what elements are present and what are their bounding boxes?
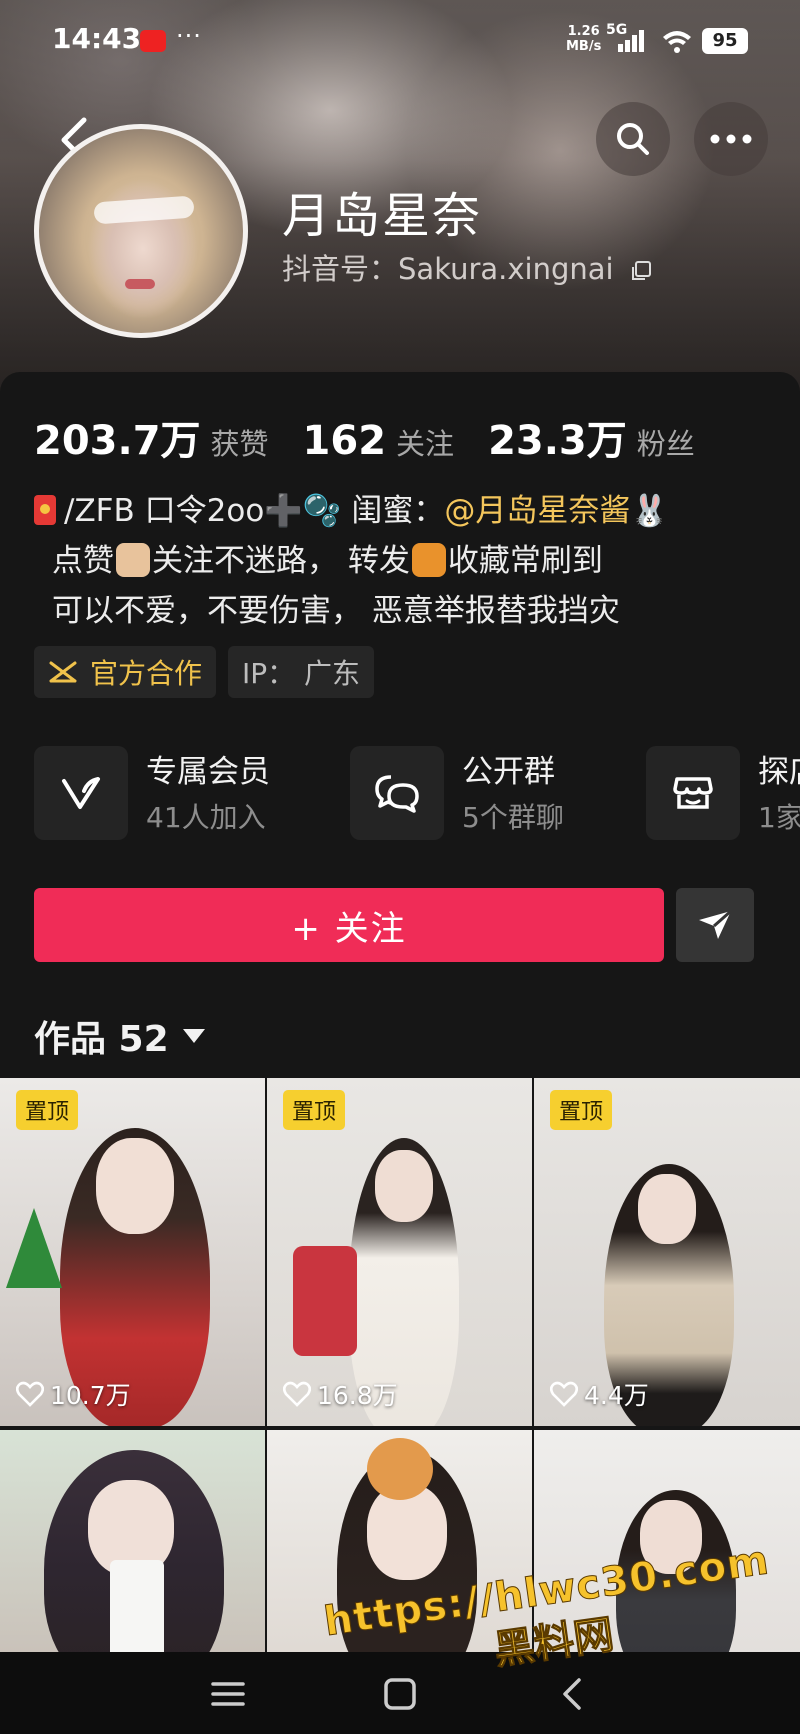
works-tab[interactable]: 作品 52 [34,1010,205,1062]
douyin-id-label: 抖音号： [282,252,399,286]
bio-line-3: 可以不爱，不要伤害， 恶意举报替我挡灾 [52,593,620,629]
send-arrow-icon [699,909,732,939]
feature-group-title: 公开群 [462,754,555,790]
profile-name: 月岛星奈 [282,188,483,244]
app-notification-icon [140,30,166,52]
wifi-icon [663,31,691,53]
likes-label: 获赞 [210,427,269,461]
status-dots: ··· [176,22,202,50]
net-speed-unit: MB/s [566,39,602,54]
search-button[interactable] [596,102,670,176]
pinned-badge: 置顶 [550,1090,613,1130]
video-thumbnail-face [638,1174,696,1244]
feature-member[interactable]: 专属会员 41人加入 [34,746,294,840]
menu-lines-icon [211,1682,245,1706]
pinned-badge: 置顶 [283,1090,346,1130]
feature-member-subtitle: 41人加入 [146,801,266,834]
video-card[interactable] [0,1430,265,1660]
douyin-id-value: Sakura.xingnai [398,252,614,286]
red-packet-icon [34,495,56,525]
video-likes-count: 16.8万 [317,1381,398,1410]
likes-count[interactable]: 203.7万 [34,408,201,466]
christmas-tree-icon [6,1208,62,1288]
feature-group-icon-box [350,746,444,840]
v-member-icon [62,777,100,809]
pinned-badge: 置顶 [16,1090,79,1130]
feature-group-subtitle: 5个群聊 [462,801,564,834]
more-button[interactable] [694,102,768,176]
feature-shop[interactable]: 探店 1家 [646,746,800,840]
video-likes: 4.4万 [550,1376,649,1412]
network-speed: 1.26 MB/s [566,24,601,54]
bio-text-1a: /ZFB 口令2oo➕🫧 闺蜜： [64,493,445,529]
recent-apps-button[interactable] [206,1672,250,1716]
heart-icon [283,1381,311,1407]
official-badge-icon [49,661,77,683]
profile-tags: 官方合作 IP： 广东 [34,646,375,698]
feature-member-title: 专属会员 [146,754,270,790]
video-thumbnail-face [375,1150,433,1222]
triangle-back-icon [563,1678,581,1710]
battery-indicator: 95 [702,28,748,54]
bio-line-2: 点赞 关注不迷路， 转发 收藏常刷到 [34,536,669,586]
copy-icon[interactable] [629,259,653,283]
official-partner-label: 官方合作 [90,657,203,690]
bio-text-2a: 点赞 [52,543,114,579]
video-thumbnail-face [96,1138,174,1234]
bio-mention-link[interactable]: @月岛星奈酱 [444,493,630,529]
shop-icon [673,777,713,809]
share-button[interactable] [676,888,754,962]
heart-icon [16,1381,44,1407]
video-card[interactable]: 置顶 16.8万 [267,1078,532,1426]
handbag-image [293,1246,357,1356]
feature-shop-title: 探店 [758,754,800,790]
net-speed-value: 1.26 [567,24,600,39]
bio-line-1: /ZFB 口令2oo➕🫧 闺蜜：@月岛星奈酱🐰 [34,486,669,536]
video-likes: 16.8万 [283,1376,398,1412]
caret-down-icon [182,1029,205,1043]
following-count[interactable]: 162 [303,418,387,464]
bio-text-1b: 🐰 [630,493,669,529]
avatar[interactable] [34,124,248,338]
bio-text-2b: 关注不迷路， 转发 [152,543,410,579]
video-card[interactable]: 置顶 10.7万 [0,1078,265,1426]
gift-icon [411,543,446,577]
profile-stats: 203.7万 获赞 162 关注 23.3万 粉丝 [34,408,729,464]
video-likes-count: 4.4万 [584,1381,649,1410]
works-label: 作品 52 [34,1019,169,1060]
followers-label: 粉丝 [636,427,695,461]
feature-shop-icon-box [646,746,740,840]
signal-icon [618,30,644,52]
following-label: 关注 [396,427,455,461]
follow-button[interactable]: + 关注 [34,888,664,962]
nav-back-button[interactable] [550,1672,594,1716]
feature-member-icon-box [34,746,128,840]
feature-group[interactable]: 公开群 5个群聊 [350,746,610,840]
ip-location-tag: IP： 广东 [228,646,375,698]
more-dots-icon [710,134,752,144]
heart-icon [550,1381,578,1407]
chat-bubbles-icon [375,775,419,813]
thumbs-up-icon [116,543,150,577]
profile-bio: /ZFB 口令2oo➕🫧 闺蜜：@月岛星奈酱🐰 点赞 关注不迷路， 转发 收藏常刷到… [34,486,669,636]
ip-location-label: IP： 广东 [242,657,361,690]
douyin-id[interactable]: 抖音号：Sakura.xingnai [282,246,653,288]
video-likes: 10.7万 [16,1376,131,1412]
feature-shop-subtitle: 1家 [758,801,800,834]
followers-count[interactable]: 23.3万 [488,408,627,466]
cup-image [110,1560,164,1660]
video-card[interactable]: 置顶 4.4万 [534,1078,800,1426]
search-icon [617,123,649,155]
status-time: 14:43 [52,22,142,55]
official-partner-tag[interactable]: 官方合作 [34,646,217,698]
bio-text-2c: 收藏常刷到 [447,543,603,579]
cat-sticker-image [367,1438,433,1500]
status-bar: 14:43 ··· 1.26 MB/s 5G 95 [0,0,800,80]
video-likes-count: 10.7万 [50,1381,131,1410]
